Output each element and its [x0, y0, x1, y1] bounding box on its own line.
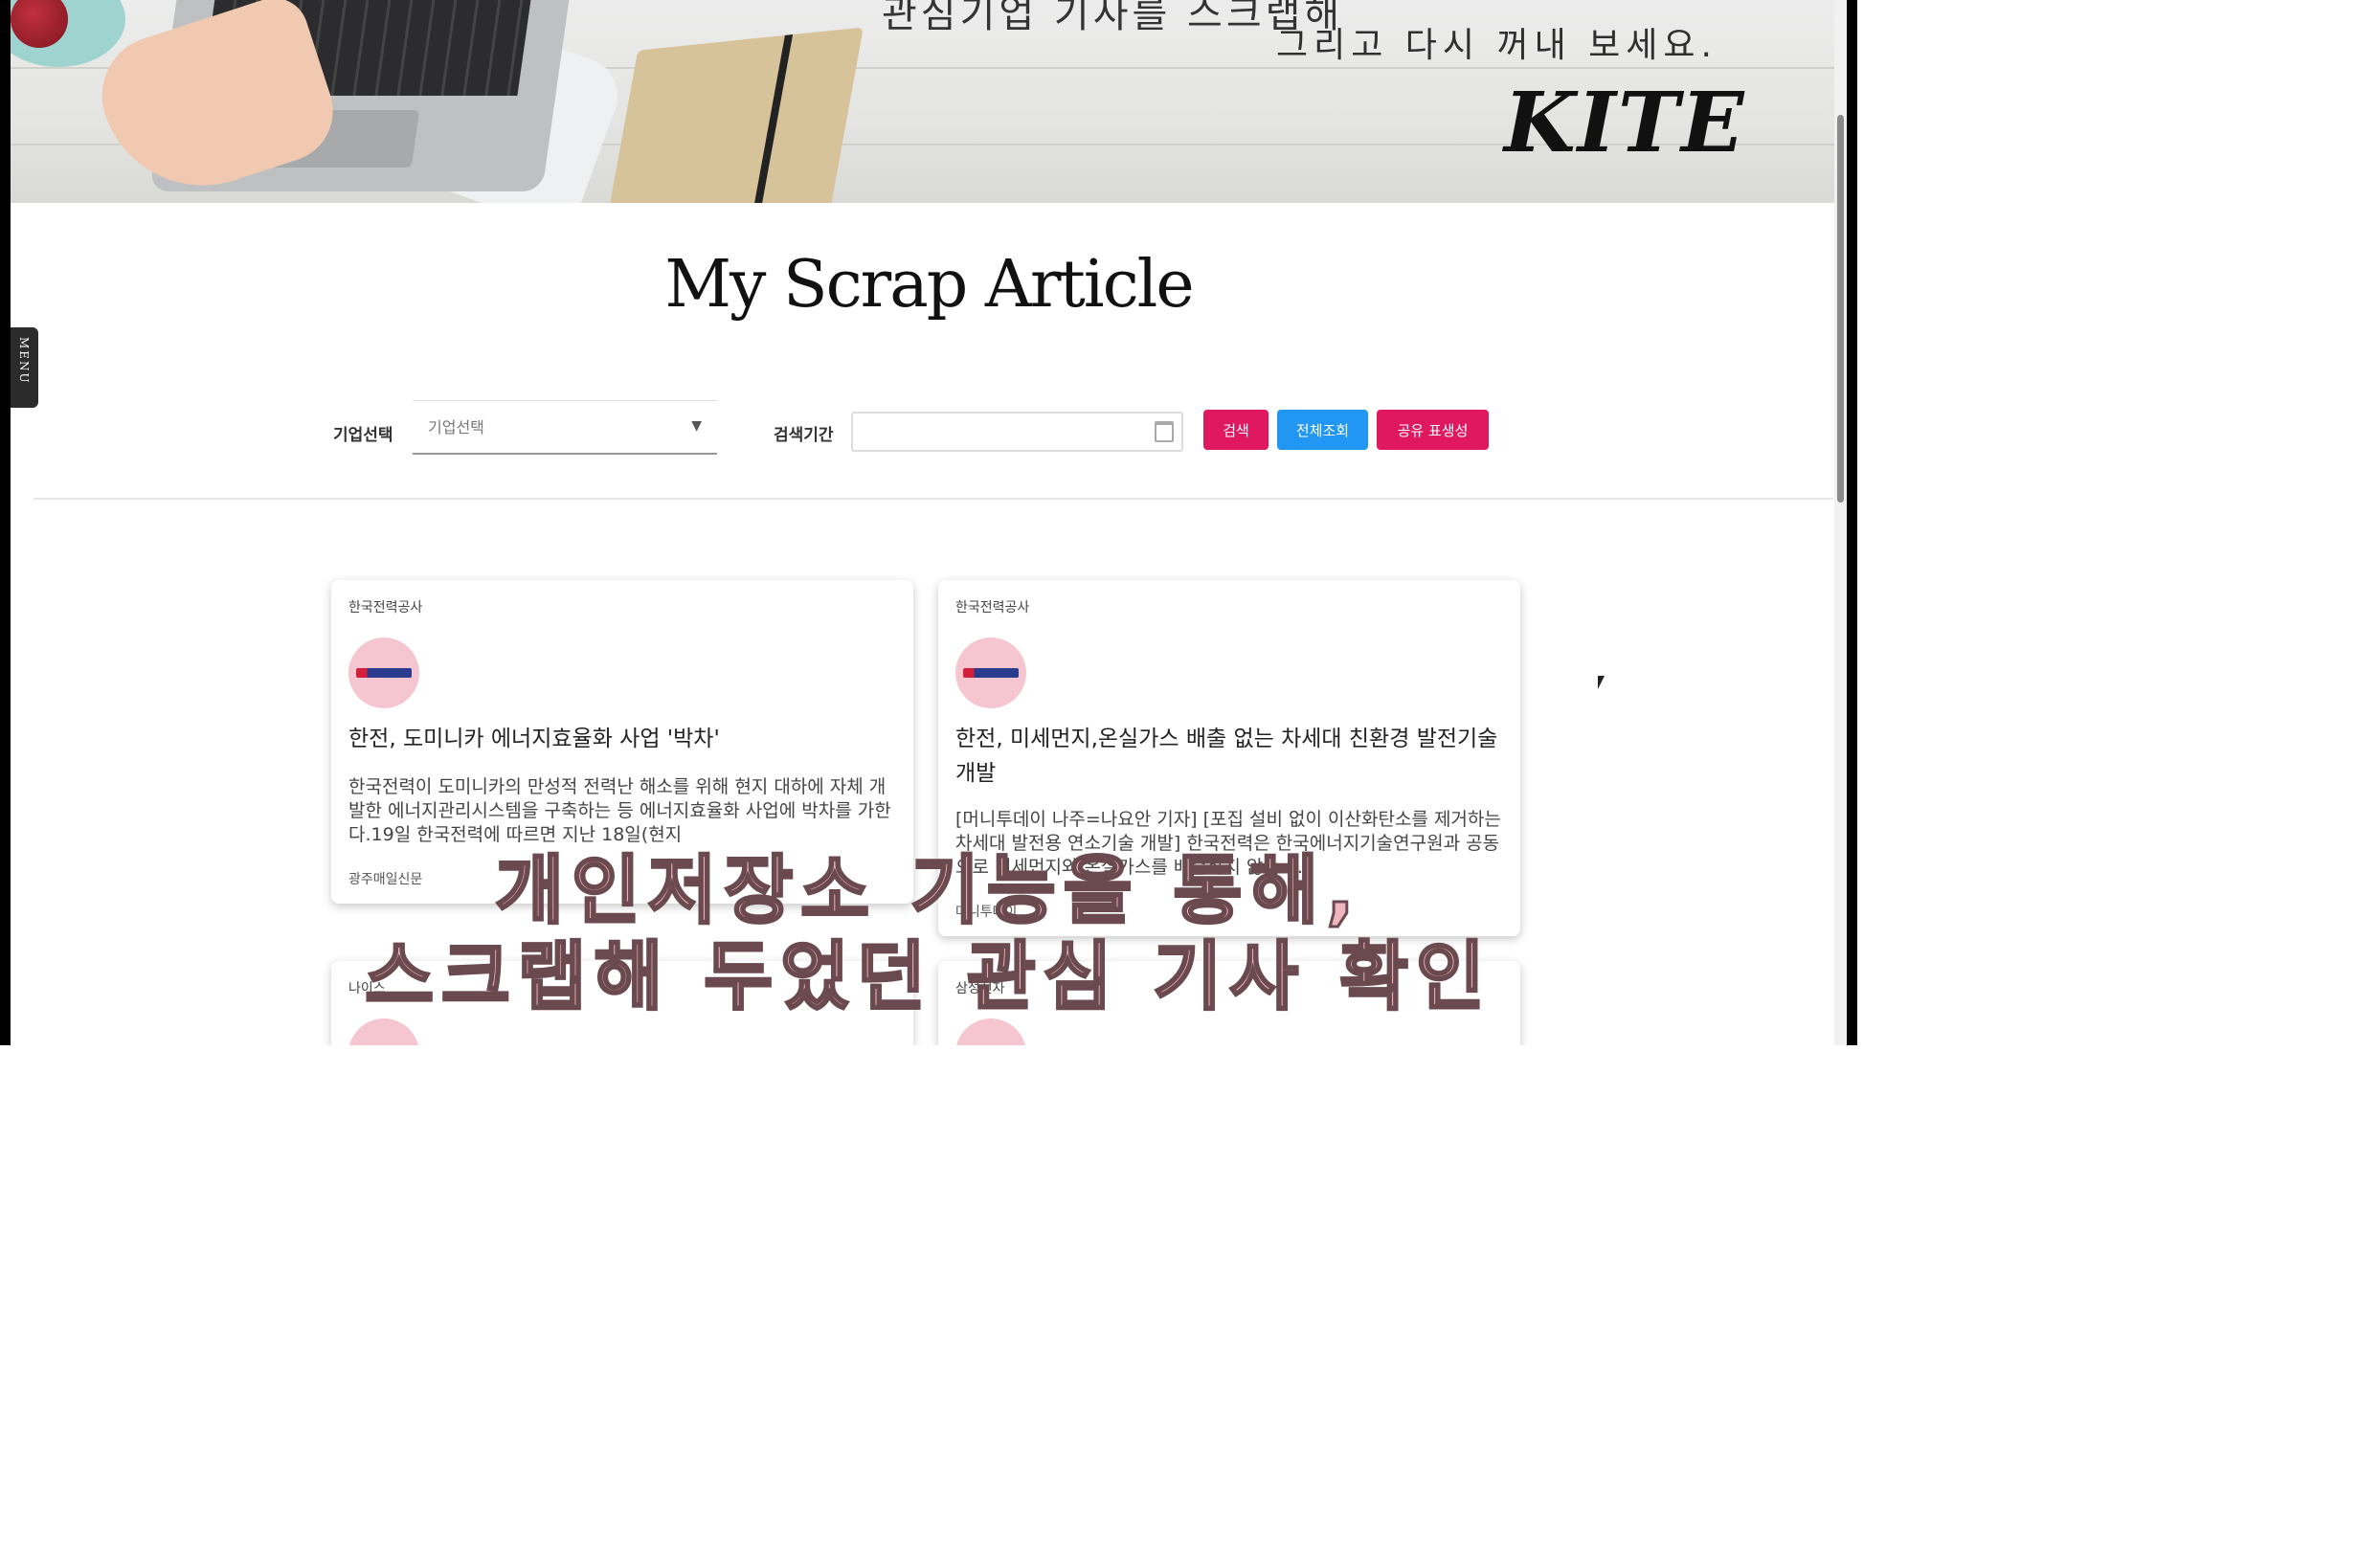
overlay-caption-line2: 스크랩해 두었던 관심 기사 확인 — [364, 933, 1493, 1022]
card-title[interactable]: 한전, 도미니카 에너지효율화 사업 '박차' — [348, 722, 894, 756]
company-logo — [348, 637, 419, 708]
date-range-input[interactable] — [851, 412, 1183, 452]
chevron-down-icon: ▼ — [691, 418, 702, 434]
period-label: 검색기간 — [774, 426, 834, 445]
notebook-image — [603, 27, 864, 203]
side-menu-toggle[interactable]: MENU — [11, 327, 38, 408]
company-logo — [955, 637, 1026, 708]
company-select-value: 기업선택 — [428, 418, 484, 436]
page-title: My Scrap Article — [664, 247, 1194, 323]
company-select[interactable]: 기업선택 ▼ — [413, 400, 717, 455]
banner-text-partial: 관심기업 기사를 스크랩해 — [882, 0, 1344, 36]
video-frame: 관심기업 기사를 스크랩해 그리고 다시 꺼내 보세요. KITE MENU M… — [0, 0, 1857, 1045]
view-all-button[interactable]: 전체조회 — [1277, 410, 1368, 450]
banner-image: 관심기업 기사를 스크랩해 그리고 다시 꺼내 보세요. KITE — [11, 0, 1847, 203]
card-company: 한국전력공사 — [955, 600, 1030, 615]
company-select-label: 기업선택 — [333, 426, 393, 445]
card-company: 한국전력공사 — [348, 600, 423, 615]
banner-text: 그리고 다시 꺼내 보세요. — [1276, 26, 1718, 65]
calendar-icon[interactable] — [1155, 421, 1174, 442]
brand-logo: KITE — [1504, 75, 1746, 171]
card-title[interactable]: 한전, 미세먼지,온실가스 배출 없는 차세대 친환경 발전기술 개발 — [955, 722, 1501, 791]
divider — [34, 498, 1833, 500]
menu-tab-label: MENU — [17, 337, 31, 385]
scroll-thumb[interactable] — [1837, 115, 1844, 503]
search-button[interactable]: 검색 — [1203, 410, 1269, 450]
share-button[interactable]: 공유 표생성 — [1377, 410, 1489, 450]
mouse-cursor-icon — [1598, 676, 1605, 689]
